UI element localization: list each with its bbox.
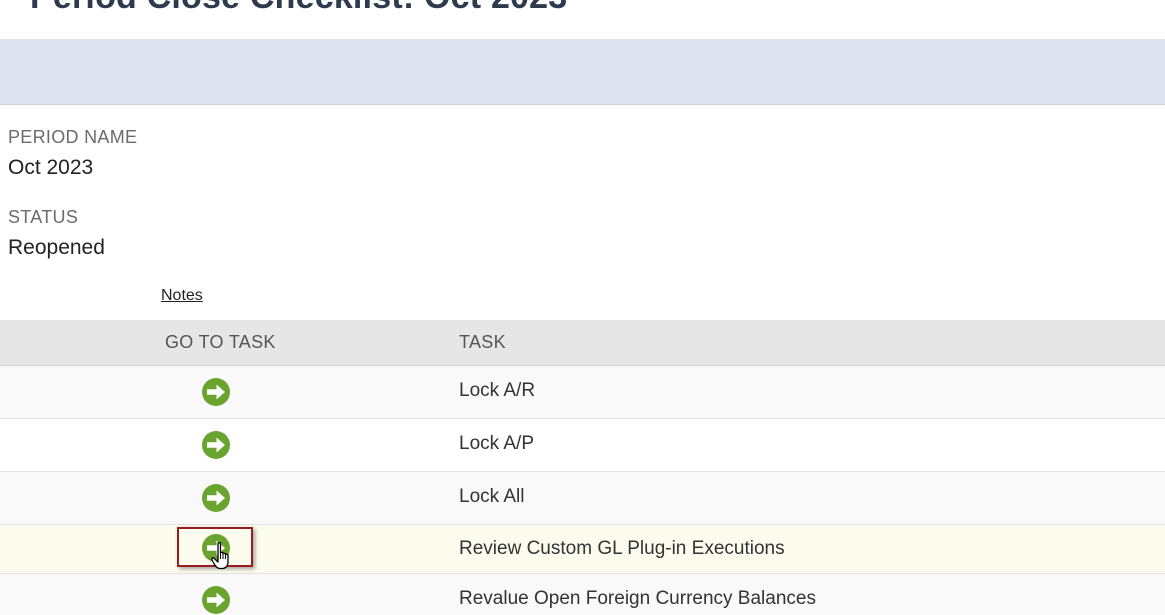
status-label: STATUS: [8, 207, 79, 227]
status-value: Reopened: [8, 236, 105, 259]
status-field: STATUS Reopened: [8, 207, 105, 260]
column-header-task: TASK: [459, 332, 506, 352]
period-close-checklist-page: Period Close Checklist: Oct 2023 PERIOD …: [0, 0, 1165, 615]
period-name-field: PERIOD NAME Oct 2023: [8, 127, 137, 180]
table-row: Lock A/R: [0, 366, 1165, 419]
green-arrow-right-icon[interactable]: [201, 483, 231, 513]
green-arrow-right-icon[interactable]: [201, 430, 231, 460]
notes-link[interactable]: Notes: [161, 287, 203, 305]
table-row-hovered: Review Custom GL Plug-in Executions: [0, 525, 1165, 574]
task-table: GO TO TASK TASK Lock A/R Lock A/P Lock A…: [0, 320, 1165, 615]
green-arrow-right-icon[interactable]: [201, 533, 231, 563]
green-arrow-right-icon[interactable]: [201, 377, 231, 407]
task-name: Review Custom GL Plug-in Executions: [459, 538, 785, 559]
task-name: Lock A/R: [459, 380, 536, 401]
task-name: Lock A/P: [459, 433, 534, 454]
table-row: Revalue Open Foreign Currency Balances: [0, 574, 1165, 615]
table-row: Lock A/P: [0, 419, 1165, 472]
period-name-value: Oct 2023: [8, 156, 94, 179]
table-row: Lock All: [0, 472, 1165, 525]
task-name: Lock All: [459, 486, 525, 507]
column-header-go-to-task: GO TO TASK: [165, 332, 276, 352]
page-title: Period Close Checklist: Oct 2023: [30, 0, 567, 17]
task-name: Revalue Open Foreign Currency Balances: [459, 588, 816, 609]
action-bar: [0, 39, 1165, 105]
green-arrow-right-icon[interactable]: [201, 585, 231, 615]
period-name-label: PERIOD NAME: [8, 127, 138, 147]
table-header: GO TO TASK TASK: [0, 320, 1165, 366]
